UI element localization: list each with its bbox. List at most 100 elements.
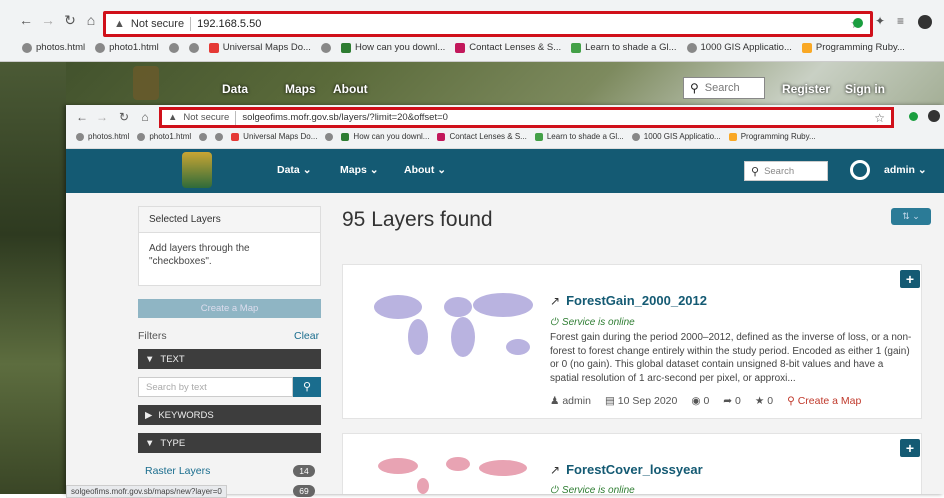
signin-link[interactable]: Sign in <box>845 82 885 96</box>
bookmark[interactable]: Programming Ruby... <box>801 42 905 53</box>
globe-icon <box>137 132 146 141</box>
create-map-link[interactable]: ⚲ Create a Map <box>787 395 861 407</box>
type-item-raster[interactable]: Raster Layers <box>145 465 210 477</box>
eye-icon: ◉ <box>691 395 701 407</box>
bookmark-label: photo1.html <box>109 42 159 53</box>
add-layer-button[interactable]: + <box>900 270 920 288</box>
bookmark[interactable]: photos.html <box>76 132 129 141</box>
layer-title[interactable]: ForestGain_2000_2012 <box>566 293 707 308</box>
sort-dropdown[interactable]: ⇅ ⌄ <box>891 208 931 225</box>
add-layer-button[interactable]: + <box>900 439 920 457</box>
text-search-input[interactable]: Search by text <box>138 377 293 397</box>
extension-green-icon[interactable] <box>909 112 918 121</box>
clear-link[interactable]: Clear <box>294 330 319 342</box>
globe-icon <box>76 132 84 141</box>
nav-maps-label: Maps <box>340 164 367 176</box>
bookmark[interactable] <box>188 42 199 53</box>
owner[interactable]: ♟ admin <box>550 395 591 407</box>
layer-thumbnail[interactable] <box>363 446 543 495</box>
rating-count: 0 <box>767 395 774 407</box>
back-nav-maps[interactable]: Maps <box>285 82 316 96</box>
bookmark[interactable]: photo1.html <box>95 42 159 53</box>
site-icon <box>341 132 350 141</box>
panel-hint: Add layers through the "checkboxes". <box>149 243 250 267</box>
forward-arrow-icon[interactable]: → <box>94 109 110 125</box>
bookmark[interactable]: Learn to shade a Gl... <box>534 132 624 141</box>
back-search-input[interactable]: ⚲ Search <box>683 77 765 99</box>
bookmark[interactable] <box>325 132 334 141</box>
nav-about[interactable]: About ⌄ <box>404 164 446 176</box>
reload-icon[interactable]: ↻ <box>116 109 132 125</box>
user-icon: ♟ <box>550 395 560 407</box>
keywords-filter-toggle[interactable]: ▶ KEYWORDS <box>138 405 321 425</box>
bookmark[interactable] <box>168 42 179 53</box>
bookmark-label: Learn to shade a Gl... <box>546 132 624 141</box>
layer-thumbnail[interactable] <box>363 277 543 367</box>
site-search-input[interactable]: ⚲ Search <box>744 161 828 181</box>
register-link[interactable]: Register <box>782 82 830 96</box>
youtube-icon <box>208 42 219 53</box>
forest-image <box>0 62 66 494</box>
puzzle-icon[interactable]: ✦ <box>875 14 885 28</box>
bookmark[interactable] <box>320 42 331 53</box>
front-omnibox[interactable]: ▲ Not secure solgeofims.mofr.gov.sb/laye… <box>159 107 894 128</box>
star-icon[interactable]: ☆ <box>874 111 885 125</box>
bookmark-label: How can you downl... <box>353 132 430 141</box>
security-label: Not secure <box>130 18 185 30</box>
nav-data[interactable]: Data ⌄ <box>277 164 312 176</box>
bookmark[interactable]: 1000 GIS Applicatio... <box>631 132 721 141</box>
bookmark[interactable]: Universal Maps Do... <box>231 132 317 141</box>
warning-icon: ▲ <box>168 112 178 123</box>
profile-avatar[interactable] <box>928 110 940 122</box>
back-nav-about[interactable]: About <box>333 82 368 96</box>
calendar-icon: ▤ <box>604 395 615 407</box>
bookmark[interactable]: Contact Lenses & S... <box>437 132 527 141</box>
layer-title[interactable]: ForestCover_lossyear <box>566 462 703 477</box>
extension-green-icon[interactable] <box>853 18 863 28</box>
bookmark[interactable]: photos.html <box>22 42 85 53</box>
user-menu[interactable]: admin ⌄ <box>884 164 927 176</box>
bookmark[interactable]: 1000 GIS Applicatio... <box>686 42 792 53</box>
create-map-button[interactable]: Create a Map <box>138 299 321 318</box>
site-icon <box>571 42 582 53</box>
rating: ★ 0 <box>755 395 773 407</box>
bookmark[interactable]: Learn to shade a Gl... <box>571 42 677 53</box>
search-placeholder: Search <box>764 165 795 177</box>
back-omnibox[interactable]: ▲ Not secure 192.168.5.50 ☆ <box>103 11 873 37</box>
globe-icon <box>22 42 32 53</box>
bookmark[interactable]: How can you downl... <box>341 132 429 141</box>
globe-icon <box>320 42 331 53</box>
text-filter-toggle[interactable]: ▼ TEXT <box>138 349 321 369</box>
back-arrow-icon[interactable]: ← <box>74 109 90 125</box>
bookmark-label: Universal Maps Do... <box>222 42 311 53</box>
globe-icon <box>325 132 334 141</box>
home-icon[interactable]: ⌂ <box>137 109 153 125</box>
shares: ➦ 0 <box>723 395 741 407</box>
forward-arrow-icon[interactable]: → <box>40 12 56 28</box>
nav-maps[interactable]: Maps ⌄ <box>340 164 379 176</box>
url-text: solgeofims.mofr.gov.sb/layers/?limit=20&… <box>242 112 448 123</box>
bookmark[interactable]: How can you downl... <box>340 42 445 53</box>
profile-avatar[interactable] <box>918 15 932 29</box>
bookmarks-bar: photos.html photo1.html Universal Maps D… <box>22 42 922 53</box>
back-nav-data[interactable]: Data <box>222 82 248 96</box>
reload-icon[interactable]: ↻ <box>62 12 78 28</box>
bookmark[interactable] <box>199 132 208 141</box>
home-icon[interactable]: ⌂ <box>83 12 99 28</box>
site-icon <box>340 42 351 53</box>
bookmark[interactable]: photo1.html <box>137 132 191 141</box>
power-icon[interactable] <box>850 160 870 180</box>
layer-title-row: ↗ ForestGain_2000_2012 <box>550 293 707 308</box>
status-text: Service is online <box>561 485 635 496</box>
globe-icon <box>631 132 640 141</box>
date: ▤ 10 Sep 2020 <box>605 395 677 407</box>
type-filter-toggle[interactable]: ▼ TYPE <box>138 433 321 453</box>
bookmark[interactable]: Programming Ruby... <box>728 132 816 141</box>
bookmark[interactable] <box>215 132 224 141</box>
reading-list-icon[interactable]: ≡ <box>897 14 904 28</box>
bookmark[interactable]: Contact Lenses & S... <box>455 42 561 53</box>
back-arrow-icon[interactable]: ← <box>18 12 34 28</box>
bookmark[interactable]: Universal Maps Do... <box>208 42 311 53</box>
search-button[interactable]: ⚲ <box>293 377 321 397</box>
bookmarks-bar: photos.html photo1.html Universal Maps D… <box>76 132 936 141</box>
